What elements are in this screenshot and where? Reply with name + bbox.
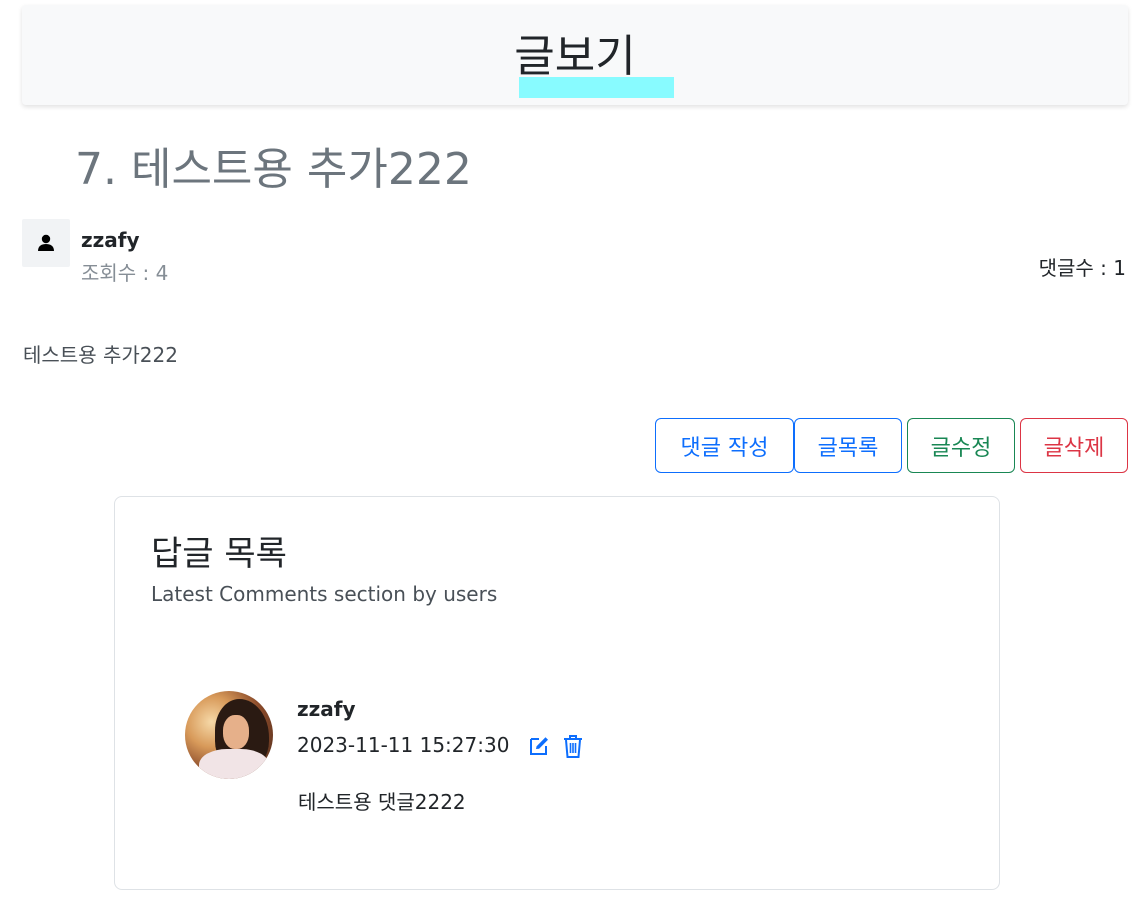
list-button[interactable]: 글목록 [794,418,902,473]
delete-post-button[interactable]: 글삭제 [1020,418,1128,473]
write-comment-button[interactable]: 댓글 작성 [655,418,794,473]
comment-text: 테스트용 댓글2222 [298,790,466,814]
post-author: zzafy [81,228,140,252]
comment-author: zzafy [297,697,356,721]
post-title: 7. 테스트용 추가222 [75,144,472,195]
comments-subtitle: Latest Comments section by users [151,582,498,606]
edit-icon[interactable] [527,734,551,758]
user-icon [38,234,54,251]
page-header: 글보기 [22,5,1128,105]
trash-icon[interactable] [561,733,585,759]
view-count: 조회수 : 4 [81,261,169,285]
comment-count: 댓글수 : 1 [1038,256,1126,280]
edit-post-button[interactable]: 글수정 [907,418,1015,473]
post-body: 테스트용 추가222 [23,343,178,367]
author-avatar [22,219,70,267]
comments-card: 답글 목록 Latest Comments section by users z… [114,496,1000,890]
comment-date: 2023-11-11 15:27:30 [297,733,510,757]
comment-avatar [185,691,273,779]
page-title: 글보기 [514,31,636,82]
comments-title: 답글 목록 [151,534,287,574]
